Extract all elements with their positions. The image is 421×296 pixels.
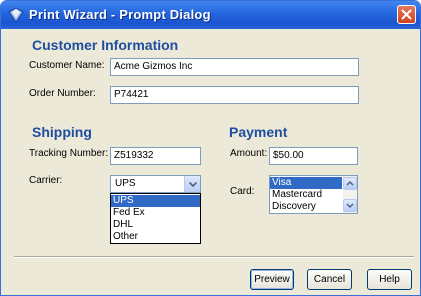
carrier-label: Carrier: [29,175,63,186]
scroll-up-button[interactable] [343,177,357,190]
tracking-number-field[interactable]: Z519332 [110,147,201,165]
close-icon [401,9,412,20]
close-button[interactable] [397,5,416,24]
print-wizard-dialog: Print Wizard - Prompt Dialog Customer In… [0,0,421,296]
card-option-visa[interactable]: Visa [270,177,342,189]
carrier-select[interactable]: UPS [110,175,201,193]
help-button[interactable]: Help [367,269,412,290]
chevron-down-icon [346,203,354,209]
card-label: Card: [230,186,255,197]
card-option-discovery[interactable]: Discovery [270,201,342,213]
tracking-number-label: Tracking Number: [29,148,109,159]
card-listbox[interactable]: Visa Mastercard Discovery [269,175,358,214]
carrier-option-other[interactable]: Other [111,231,200,243]
card-listbox-scrollbar[interactable] [343,176,357,213]
window-title: Print Wizard - Prompt Dialog [29,7,211,22]
carrier-option-ups[interactable]: UPS [111,195,200,207]
order-number-label: Order Number: [29,88,96,99]
amount-field[interactable]: $50.00 [269,147,358,165]
order-number-field[interactable]: P74421 [110,86,359,104]
carrier-option-dhl[interactable]: DHL [111,219,200,231]
customer-name-label: Customer Name: [29,60,105,71]
preview-button[interactable]: Preview [250,269,294,290]
card-option-mastercard[interactable]: Mastercard [270,189,342,201]
chevron-down-icon [188,181,198,188]
scroll-down-button[interactable] [343,199,357,212]
button-separator [14,256,414,258]
carrier-dropdown-button[interactable] [184,176,200,192]
carrier-dropdown-list: UPS Fed Ex DHL Other [110,193,201,244]
shipping-heading: Shipping [32,124,92,140]
chevron-up-icon [346,180,354,186]
customer-information-heading: Customer Information [32,37,179,53]
dialog-body: Customer Information Customer Name: Acme… [4,29,417,293]
customer-name-field[interactable]: Acme Gizmos Inc [110,58,359,76]
carrier-option-fedex[interactable]: Fed Ex [111,207,200,219]
amount-label: Amount: [230,148,268,159]
printer-wizard-icon [8,7,24,23]
cancel-button[interactable]: Cancel [307,269,352,290]
title-bar[interactable]: Print Wizard - Prompt Dialog [1,1,420,29]
payment-heading: Payment [229,124,288,140]
carrier-selected-value: UPS [115,178,136,189]
